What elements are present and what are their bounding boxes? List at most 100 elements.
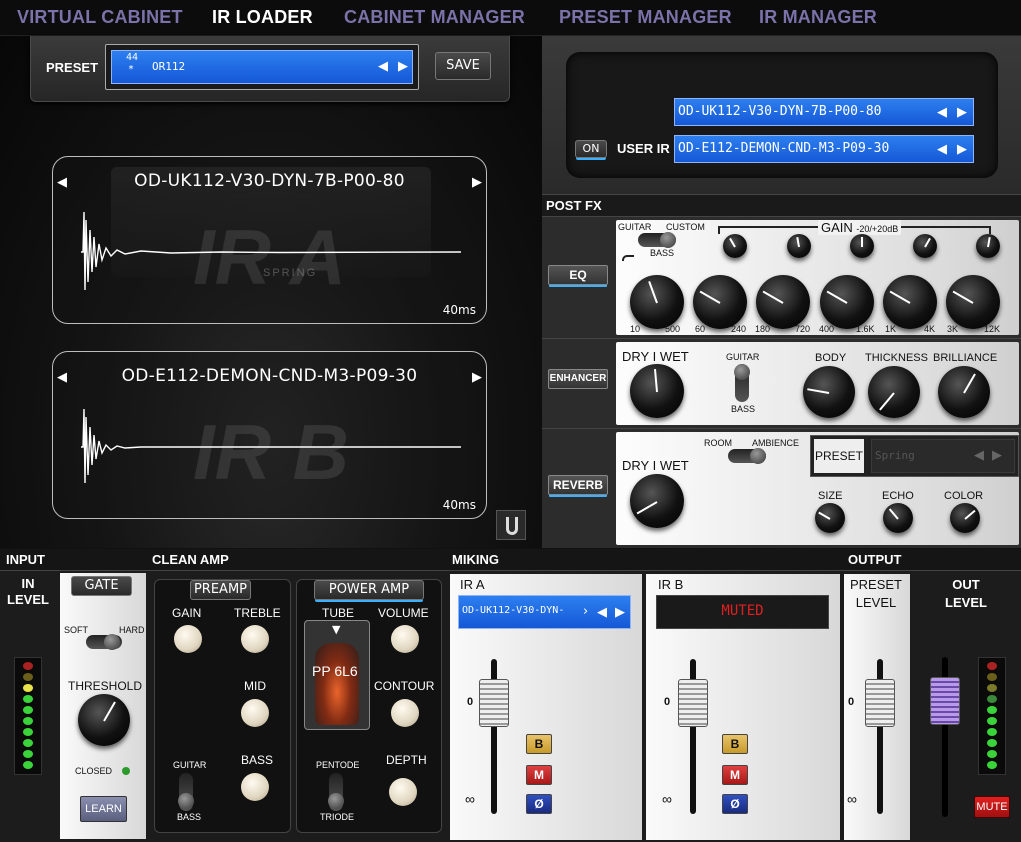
enhancer-body-label: BODY [815, 352, 847, 364]
save-button[interactable]: SAVE [435, 52, 491, 80]
out-level-led-4 [987, 695, 997, 703]
threshold-knob[interactable] [78, 694, 130, 746]
eq-gain-knob-2[interactable] [787, 234, 811, 258]
user-ir-label: USER IR [617, 141, 670, 156]
bass-knob-label: BASS [241, 753, 274, 767]
mute-button[interactable]: MUTE [974, 796, 1010, 818]
reverb-preset-next-icon[interactable]: ▶ [992, 448, 1002, 463]
tube-mode-toggle[interactable] [328, 773, 344, 811]
eq-gain-knob-1[interactable] [723, 234, 747, 258]
learn-button[interactable]: LEARN [80, 796, 127, 822]
eq-freq-3-max: 720 [795, 324, 811, 334]
mic-ir-a-next-icon[interactable]: ▶ [615, 605, 625, 620]
reverb-mode-toggle[interactable] [728, 448, 766, 464]
enhancer-button[interactable]: ENHANCER [548, 369, 608, 389]
user-ir-slot-1[interactable]: OD-UK112-V30-DYN-7B-P00-80 ◀ ▶ [674, 98, 974, 126]
tab-ir-manager[interactable]: IR MANAGER [759, 7, 877, 28]
user-ir-slot-1-prev-icon[interactable]: ◀ [937, 105, 947, 120]
reverb-preset-prev-icon[interactable]: ◀ [974, 448, 984, 463]
depth-knob[interactable] [389, 778, 417, 806]
eq-freq-1-max: 500 [665, 324, 681, 334]
user-ir-slot-2-next-icon[interactable]: ▶ [957, 142, 967, 157]
user-ir-slot-2[interactable]: OD-E112-DEMON-CND-M3-P09-30 ◀ ▶ [674, 135, 974, 163]
eq-freq-knob-3[interactable] [756, 275, 810, 329]
user-ir-on-button[interactable]: ON [575, 140, 607, 158]
user-ir-slot-1-next-icon[interactable]: ▶ [957, 105, 967, 120]
tube-selector[interactable]: ▼ PP 6L6 [304, 620, 370, 730]
enhancer-drywet-knob[interactable] [630, 364, 684, 418]
gate-hard-label: HARD [119, 625, 145, 635]
reverb-color-label: COLOR [944, 490, 984, 502]
preset-level-fader[interactable] [865, 679, 895, 727]
preset-next-icon[interactable]: ▶ [398, 59, 408, 74]
clean-amp-section: CLEAN AMP PREAMP POWER AMP GAIN TREBLE M… [146, 549, 446, 842]
bass-knob[interactable] [241, 773, 269, 801]
mic-a-m-button[interactable]: M [526, 765, 552, 785]
amp-mode-toggle[interactable] [178, 773, 194, 811]
eq-freq-knob-5[interactable] [883, 275, 937, 329]
mic-b-b-button[interactable]: B [722, 734, 748, 754]
tube-dropdown-icon[interactable]: ▼ [332, 623, 340, 636]
out-level-led-9 [987, 750, 997, 758]
tab-cabinet-manager[interactable]: CABINET MANAGER [344, 7, 525, 28]
out-level-label: OUT LEVEL [945, 577, 987, 610]
enhancer-body-knob[interactable] [803, 366, 855, 418]
out-level-led-7 [987, 728, 997, 736]
eq-mode-toggle[interactable] [638, 232, 676, 248]
eq-freq-2-min: 60 [695, 324, 706, 334]
gain-knob[interactable] [174, 625, 202, 653]
tab-preset-manager[interactable]: PRESET MANAGER [559, 7, 732, 28]
output-section: OUTPUT PRESET LEVEL 0 ∞ OUT LEVEL MUTE [842, 549, 1021, 842]
mic-a-phase-button[interactable]: Ø [526, 794, 552, 814]
reverb-drywet-knob[interactable] [630, 474, 684, 528]
enhancer-thickness-knob[interactable] [868, 366, 920, 418]
eq-gain-knob-5[interactable] [976, 234, 1000, 258]
mic-ir-a-more-icon[interactable]: › [583, 604, 588, 619]
contour-knob[interactable] [391, 699, 419, 727]
mic-ir-b-display[interactable]: MUTED [656, 595, 829, 629]
preset-label: PRESET [46, 60, 99, 75]
mic-b-zero-label: 0 [664, 696, 671, 708]
user-ir-slot-2-name: OD-E112-DEMON-CND-M3-P09-30 [678, 141, 890, 156]
mic-a-fader[interactable] [479, 679, 509, 727]
tab-ir-loader[interactable]: IR LOADER [212, 7, 313, 28]
mic-ir-a-prev-icon[interactable]: ◀ [597, 605, 607, 620]
gate-button[interactable]: GATE [71, 576, 132, 596]
mic-b-phase-button[interactable]: Ø [722, 794, 748, 814]
ir-b-panel[interactable]: IR B ◀ ▶ OD-E112-DEMON-CND-M3-P09-30 40m… [52, 351, 487, 519]
out-level-fader[interactable] [930, 677, 960, 725]
gate-mode-toggle[interactable] [86, 634, 122, 650]
reverb-size-knob[interactable] [815, 503, 845, 533]
mic-ir-a-selector[interactable]: OD-UK112-V30-DYN- › ◀ ▶ [458, 595, 631, 629]
preamp-button[interactable]: PREAMP [190, 580, 251, 600]
eq-freq-knob-1[interactable] [630, 275, 684, 329]
tab-virtual-cabinet[interactable]: VIRTUAL CABINET [17, 7, 183, 28]
preset-selector[interactable]: 44 * OR112 ◀ ▶ [105, 44, 419, 90]
eq-freq-knob-6[interactable] [946, 275, 1000, 329]
mic-b-fader[interactable] [678, 679, 708, 727]
eq-freq-knob-4[interactable] [820, 275, 874, 329]
enhancer-mode-toggle[interactable] [734, 364, 750, 402]
mic-b-m-button[interactable]: M [722, 765, 748, 785]
mic-a-b-button[interactable]: B [526, 734, 552, 754]
reverb-preset-selector[interactable]: Spring ◀ ▶ [871, 439, 1015, 473]
preset-prev-icon[interactable]: ◀ [378, 59, 388, 74]
treble-knob[interactable] [241, 625, 269, 653]
miking-section: MIKING IR A OD-UK112-V30-DYN- › ◀ ▶ 0 ∞ … [446, 549, 842, 842]
reverb-echo-knob[interactable] [883, 503, 913, 533]
reverb-button[interactable]: REVERB [548, 475, 608, 495]
eq-gain-knob-3[interactable] [850, 234, 874, 258]
volume-knob[interactable] [391, 625, 419, 653]
eq-button[interactable]: EQ [548, 265, 608, 285]
user-ir-slot-2-prev-icon[interactable]: ◀ [937, 142, 947, 157]
ir-a-waveform [81, 212, 461, 291]
power-amp-button[interactable]: POWER AMP [314, 580, 424, 600]
eq-freq-knob-2[interactable] [693, 275, 747, 329]
eq-gain-knob-4[interactable] [913, 234, 937, 258]
reverb-color-knob[interactable] [950, 503, 980, 533]
mid-knob[interactable] [241, 699, 269, 727]
ir-a-panel[interactable]: IR A SPRING ◀ ▶ OD-UK112-V30-DYN-7B-P00-… [52, 156, 487, 324]
tuner-button[interactable] [496, 510, 526, 540]
preset-level-zero-label: 0 [848, 696, 855, 708]
enhancer-brilliance-knob[interactable] [938, 366, 990, 418]
